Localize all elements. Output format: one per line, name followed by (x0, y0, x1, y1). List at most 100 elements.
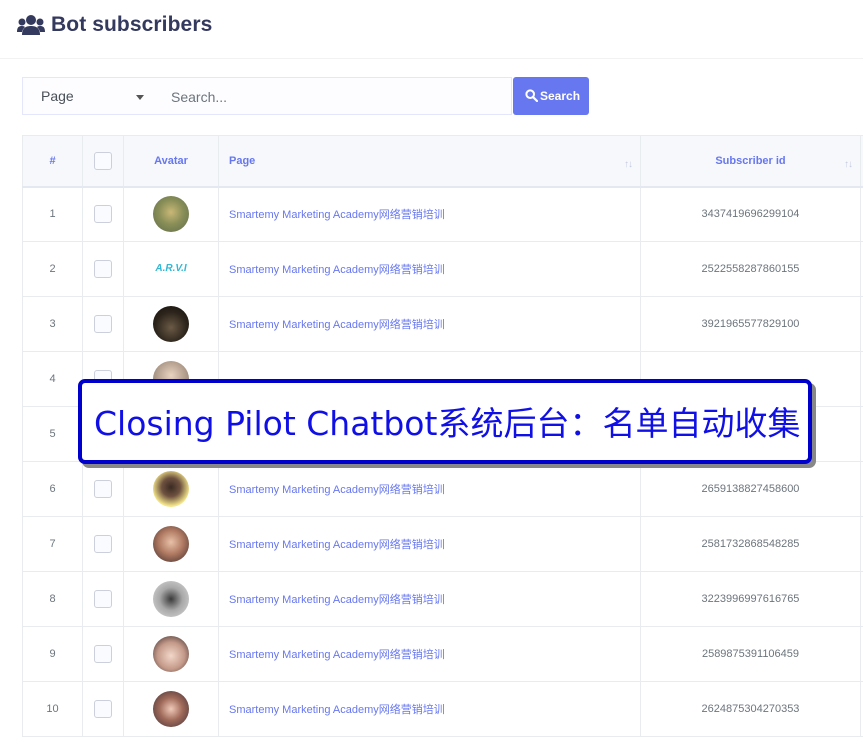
page-cell: Smartemy Marketing Academy网络营销培训 (218, 186, 641, 242)
page-name-cn: 网络营销培训 (378, 208, 445, 222)
page-link[interactable]: Smartemy Marketing Academy网络营销培训 (229, 208, 445, 222)
page-cell: Smartemy Marketing Academy网络营销培训 (218, 461, 641, 517)
page-link[interactable]: Smartemy Marketing Academy网络营销培训 (229, 483, 445, 496)
select-all-checkbox[interactable] (94, 151, 112, 170)
row-number: 6 (22, 461, 83, 517)
row-number: 4 (22, 351, 83, 407)
page-name: Smartemy Marketing Academy (229, 319, 379, 331)
search-placeholder: Search... (171, 89, 228, 105)
page-name: Smartemy Marketing Academy (229, 649, 379, 661)
page-select[interactable]: Page (22, 77, 159, 115)
subscriber-id: 3223996997616765 (640, 571, 861, 627)
row-checkbox[interactable] (94, 590, 112, 608)
row-checkbox[interactable] (94, 260, 112, 278)
row-number: 1 (22, 186, 83, 242)
subscriber-id: 3437419696299104 (640, 186, 861, 242)
page-cell: Smartemy Marketing Academy网络营销培训 (218, 626, 641, 682)
chevron-down-icon (136, 95, 144, 100)
table-row[interactable]: 1 Smartemy Marketing Academy网络营销培训 3437419… (22, 186, 863, 242)
column-header-page[interactable]: Page ↑↓ (218, 135, 641, 187)
caption-overlay: Closing Pilot Chatbot系统后台：名单自动收集 (78, 379, 812, 464)
page-name: Smartemy Marketing Academy (229, 264, 379, 276)
row-select-cell (82, 461, 124, 517)
column-header-page-label: Page (229, 154, 256, 167)
column-header-subscriber-id-label: Subscriber id (715, 154, 786, 167)
avatar-cell: A.R.V.I (123, 241, 219, 297)
page-header: Bot subscribers (0, 0, 863, 59)
search-icon (525, 89, 538, 102)
avatar (153, 306, 189, 342)
avatar (153, 636, 189, 672)
row-select-cell (82, 626, 124, 682)
page-name-cn: 网络营销培训 (378, 593, 445, 606)
search-bar: Page Search... Search (22, 77, 589, 115)
subscriber-id: 2659138827458600 (640, 461, 861, 517)
page-name: Smartemy Marketing Academy (229, 209, 379, 222)
page-select-value: Page (41, 88, 74, 104)
table-row[interactable]: 3 Smartemy Marketing Academy网络营销培训 3921965… (22, 296, 863, 352)
avatar-cell (123, 516, 219, 572)
users-icon (17, 15, 45, 35)
page-name-cn: 网络营销培训 (378, 703, 445, 716)
search-button[interactable]: Search (513, 77, 589, 115)
row-checkbox[interactable] (94, 315, 112, 333)
row-checkbox[interactable] (94, 480, 112, 498)
avatar (153, 196, 189, 233)
page-name-cn: 网络营销培训 (378, 648, 445, 661)
avatar: A.R.V.I (155, 263, 187, 274)
table-row[interactable]: 8 Smartemy Marketing Academy网络营销培训 3223996… (22, 571, 863, 627)
row-select-cell (82, 571, 124, 627)
subscriber-id: 2624875304270353 (640, 681, 861, 737)
column-header-subscriber-id[interactable]: Subscriber id ↑↓ (640, 135, 861, 187)
search-input[interactable]: Search... (157, 77, 512, 115)
table-row[interactable]: 2 A.R.V.I Smartemy Marketing Academy网络营销培训… (22, 241, 863, 297)
column-header-select (82, 135, 124, 187)
table-row[interactable]: 9 Smartemy Marketing Academy网络营销培训 2589875… (22, 626, 863, 682)
page-cell: Smartemy Marketing Academy网络营销培训 (218, 681, 641, 737)
avatar-cell (123, 626, 219, 682)
column-header-avatar: Avatar (123, 135, 219, 187)
page-link[interactable]: Smartemy Marketing Academy网络营销培训 (229, 648, 445, 661)
row-checkbox[interactable] (94, 700, 112, 718)
sort-icon[interactable]: ↑↓ (624, 159, 633, 170)
page-cell: Smartemy Marketing Academy网络营销培训 (218, 296, 641, 352)
sort-icon[interactable]: ↑↓ (844, 159, 853, 170)
avatar (153, 471, 189, 507)
page-link[interactable]: Smartemy Marketing Academy网络营销培训 (229, 263, 445, 276)
page-name-cn: 网络营销培训 (378, 318, 445, 331)
avatar (153, 581, 189, 617)
page-cell: Smartemy Marketing Academy网络营销培训 (218, 516, 641, 572)
avatar-cell (123, 571, 219, 627)
row-select-cell (82, 516, 124, 572)
table-row[interactable]: 10 Smartemy Marketing Academy网络营销培训 262487… (22, 681, 863, 737)
subscriber-id: 2581732868548285 (640, 516, 861, 572)
row-checkbox[interactable] (94, 535, 112, 553)
page-cell: Smartemy Marketing Academy网络营销培训 (218, 571, 641, 627)
avatar-cell (123, 681, 219, 737)
column-header-number[interactable]: # (22, 135, 83, 187)
row-number: 2 (22, 241, 83, 297)
row-number: 10 (22, 681, 83, 737)
avatar (153, 526, 189, 562)
page-title: Bot subscribers (51, 13, 213, 36)
page-link[interactable]: Smartemy Marketing Academy网络营销培训 (229, 703, 445, 716)
page-name-cn: 网络营销培训 (378, 538, 445, 551)
row-number: 8 (22, 571, 83, 627)
table-row[interactable]: 7 Smartemy Marketing Academy网络营销培训 2581732… (22, 516, 863, 572)
page-link[interactable]: Smartemy Marketing Academy网络营销培训 (229, 318, 445, 331)
page-link[interactable]: Smartemy Marketing Academy网络营销培训 (229, 538, 445, 551)
row-checkbox[interactable] (94, 645, 112, 663)
page-name: Smartemy Marketing Academy (229, 704, 379, 716)
row-checkbox[interactable] (94, 205, 112, 224)
table-header-row: # Avatar Page ↑↓ Subscriber id ↑↓ (22, 135, 863, 187)
page-name: Smartemy Marketing Academy (229, 484, 379, 496)
page-link[interactable]: Smartemy Marketing Academy网络营销培训 (229, 593, 445, 606)
page-name: Smartemy Marketing Academy (229, 594, 379, 606)
subscriber-id: 3921965577829100 (640, 296, 861, 352)
subscriber-id: 2522558287860155 (640, 241, 861, 297)
table-row[interactable]: 6 Smartemy Marketing Academy网络营销培训 2659138… (22, 461, 863, 517)
page-name: Smartemy Marketing Academy (229, 539, 379, 551)
row-select-cell (82, 681, 124, 737)
avatar-cell (123, 186, 219, 242)
avatar (153, 691, 189, 727)
